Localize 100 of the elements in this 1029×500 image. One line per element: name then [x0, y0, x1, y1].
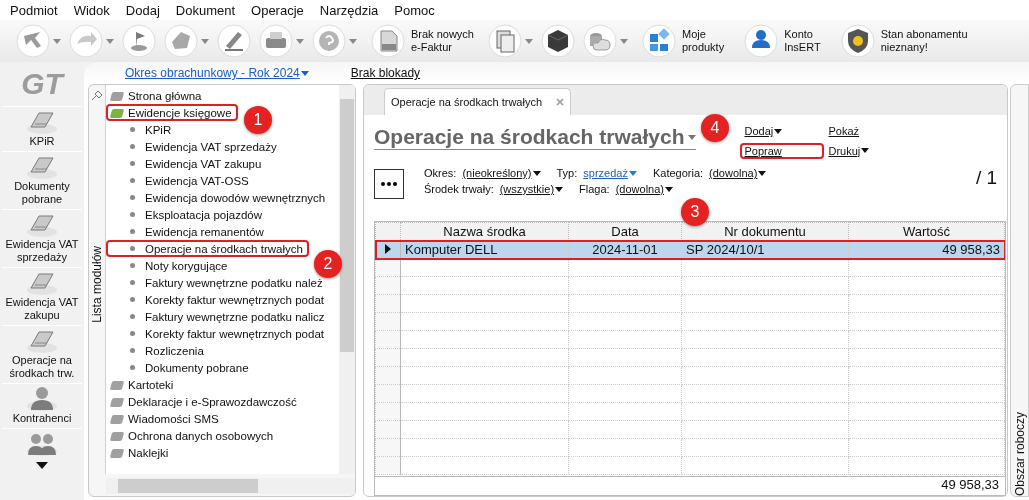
tiles-icon[interactable]: [642, 24, 676, 58]
tree-item[interactable]: Noty korygujące: [106, 257, 234, 274]
total-value: 49 958,33: [941, 477, 999, 492]
nav-label[interactable]: Kontrahenci: [12, 412, 72, 425]
filter-label: Kategoria:: [652, 167, 704, 179]
nav-label[interactable]: Operacje na środkach trw.: [2, 354, 82, 380]
user-icon[interactable]: [744, 24, 779, 58]
menu-item[interactable]: Dodaj: [117, 2, 168, 18]
tab[interactable]: Operacje na środkach trwałych: [384, 88, 571, 115]
caret-icon[interactable]: [758, 170, 767, 176]
column-header[interactable]: Wartość: [848, 222, 1005, 241]
column-header[interactable]: Nazwa środka: [400, 222, 569, 241]
tree-item[interactable]: Dokumenty pobrane: [106, 359, 255, 376]
menu-item[interactable]: Operacje: [243, 2, 312, 18]
close-icon: [556, 98, 564, 106]
filter-label: Okres:: [424, 167, 457, 179]
tree-item[interactable]: Ewidencja VAT sprzedaży: [106, 138, 283, 155]
menu-item[interactable]: Podmiot: [2, 2, 66, 18]
page-count: / 1: [975, 167, 997, 189]
tree-item[interactable]: Ewidencja VAT zakupu: [106, 155, 268, 172]
action-link[interactable]: Drukuj: [824, 142, 874, 159]
column-header[interactable]: Nr dokumentu: [681, 222, 849, 241]
pin-icon[interactable]: [91, 91, 103, 101]
caret-icon[interactable]: [532, 170, 541, 176]
table-row[interactable]: Komputer DELL 2024-11-01 SP 2024/10/1 49 958,33: [375, 240, 1005, 259]
filter-link[interactable]: (nieokreślony): [462, 167, 541, 179]
help-icon[interactable]: [312, 24, 346, 58]
table-cell: 49 958,33: [848, 240, 1005, 259]
action-link[interactable]: Popraw: [740, 142, 825, 159]
filter-link[interactable]: sprzedaż: [583, 167, 637, 179]
menu-item[interactable]: Widok: [65, 2, 118, 18]
menu-item[interactable]: Narzędzia: [311, 2, 387, 18]
dropdown-arrow-icon[interactable]: [620, 38, 628, 44]
tree-item[interactable]: Korekty faktur wewnętrznych podat: [106, 325, 330, 342]
dropdown-arrow-icon[interactable]: [53, 38, 61, 44]
period-link[interactable]: Okres obrachunkowy - Rok 2024: [125, 66, 309, 80]
tree-item[interactable]: Strona główna: [106, 87, 208, 104]
tree-item[interactable]: Kartoteki: [106, 376, 180, 393]
dropdown-arrow-icon[interactable]: [349, 38, 357, 44]
tree-item[interactable]: Naklejki: [106, 444, 175, 461]
tree-item[interactable]: Wiadomości SMS: [106, 410, 225, 427]
more-button[interactable]: [374, 169, 404, 199]
tree-item[interactable]: Korekty faktur wewnętrznych podat: [106, 291, 330, 308]
document-icon[interactable]: [371, 24, 405, 58]
dots-icon[interactable]: [381, 182, 397, 186]
toolbar-label[interactable]: Konto InsERT: [784, 28, 821, 54]
table-cell: 2024-11-01: [568, 240, 682, 259]
tree-item[interactable]: Ochrona danych osobowych: [106, 427, 280, 444]
nav-label[interactable]: KPiR: [29, 135, 55, 148]
row-pointer-icon: [385, 244, 391, 254]
tree-item[interactable]: Faktury wewnętrzne podatku nalicz: [106, 308, 331, 325]
page-title[interactable]: Operacje na środkach trwałych: [374, 125, 697, 150]
menu-item[interactable]: Pomoc: [386, 2, 443, 18]
down-arrow-icon[interactable]: [36, 462, 48, 469]
tree-item[interactable]: Rozliczenia: [106, 342, 210, 359]
cloud-icon[interactable]: [583, 24, 617, 58]
person-icon[interactable]: [25, 384, 59, 412]
panel-title[interactable]: Lista modułów: [90, 246, 104, 323]
action-link[interactable]: Pokaż: [824, 123, 874, 140]
filter-link[interactable]: (dowolna): [615, 183, 673, 195]
scrollbar[interactable]: [106, 478, 355, 494]
cube-icon[interactable]: [541, 24, 575, 58]
toolbar-label[interactable]: Brak nowych e-Faktur: [411, 28, 474, 54]
dropdown-arrow-icon[interactable]: [296, 38, 304, 44]
copy-icon[interactable]: [488, 24, 522, 58]
tree-item[interactable]: Eksploatacja pojazdów: [106, 206, 268, 223]
tree-item[interactable]: Ewidencja VAT-OSS: [106, 172, 255, 189]
dropdown-arrow-icon[interactable]: [106, 38, 114, 44]
tree-item[interactable]: Operacje na środkach trwałych: [106, 240, 309, 257]
menu-item[interactable]: Dokument: [167, 2, 244, 18]
nav-label[interactable]: Dokumenty pobrane: [2, 180, 82, 206]
toolbar-label[interactable]: Moje produkty: [682, 28, 725, 54]
nav-label[interactable]: Ewidencja VAT zakupu: [2, 296, 82, 322]
filter-label: Flaga:: [579, 183, 610, 195]
table-cell: Komputer DELL: [400, 240, 569, 259]
tree-item[interactable]: Ewidencja dowodów wewnętrznych: [106, 189, 332, 206]
caret-icon[interactable]: [555, 186, 564, 192]
tree-item[interactable]: Deklaracje i e-Sprawozdawczość: [106, 393, 303, 410]
lock-link[interactable]: Brak blokady: [350, 66, 421, 80]
dropdown-arrow-icon[interactable]: [525, 38, 533, 44]
caret-icon[interactable]: [665, 186, 673, 192]
action-link[interactable]: Dodaj: [740, 123, 825, 140]
printer-icon[interactable]: [259, 24, 293, 58]
tree-item[interactable]: Ewidencje księgowe: [106, 104, 238, 121]
filter-label: Typ:: [556, 167, 578, 179]
tree-item[interactable]: KPiR: [106, 121, 178, 138]
tree-item[interactable]: Ewidencja remanentów: [106, 223, 270, 240]
filter-link[interactable]: (dowolna): [709, 167, 767, 179]
column-header[interactable]: Data: [568, 222, 682, 241]
dropdown-arrow-icon[interactable]: [201, 38, 209, 44]
toolbar-label[interactable]: Stan abonamentu nieznany!: [880, 28, 968, 54]
nav-label[interactable]: Ewidencja VAT sprzedaży: [2, 238, 82, 264]
caret-icon[interactable]: [861, 148, 870, 154]
filter-link[interactable]: (wszystkie): [499, 183, 564, 195]
filter-label: Środek trwały:: [424, 183, 494, 195]
scrollbar[interactable]: [339, 85, 355, 474]
caret-icon[interactable]: [774, 128, 783, 134]
table-cell: SP 2024/10/1: [681, 240, 849, 259]
cursor-icon[interactable]: [16, 24, 50, 58]
pen-icon[interactable]: [217, 24, 251, 58]
